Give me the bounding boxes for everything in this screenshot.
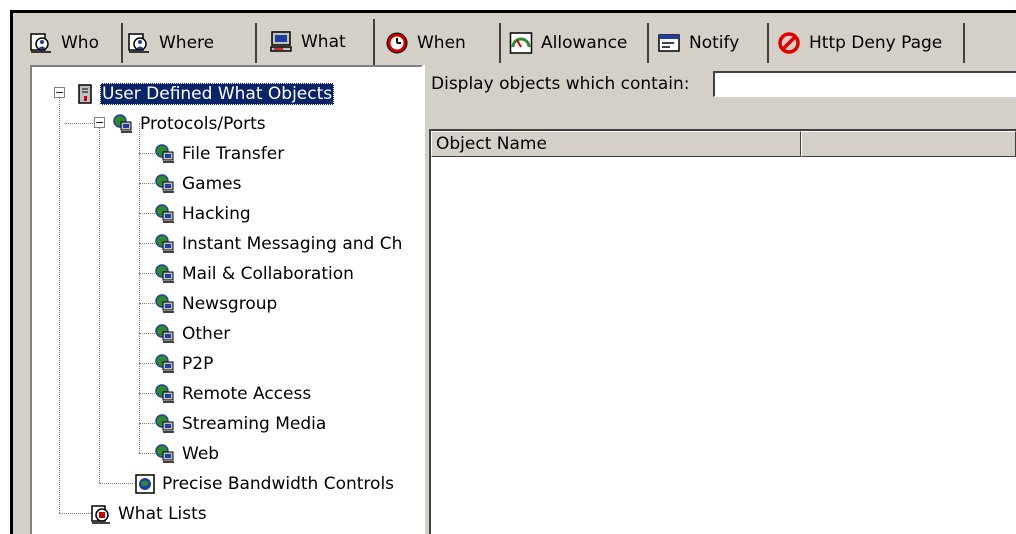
tree-connector (139, 243, 155, 244)
tab-label: Http Deny Page (809, 33, 943, 53)
tree-node-precise-bandwidth-controls[interactable]: Precise Bandwidth Controls (134, 471, 396, 497)
network-computer-icon (155, 234, 174, 253)
tab-label: Where (159, 33, 215, 53)
protocols-collapse-toggle[interactable]: − (94, 117, 105, 128)
tree-node-label: File Transfer (182, 144, 285, 164)
tab-label: When (417, 33, 466, 53)
network-computer-icon (155, 414, 174, 433)
what-objects-window: Who Where What When Allowance Notify Htt… (10, 10, 1016, 534)
tab-label: What (301, 32, 346, 52)
where-group-icon (128, 33, 149, 53)
tree-connector (139, 423, 155, 424)
tree-node-label: Newsgroup (182, 294, 278, 314)
tree-node-label: P2P (182, 354, 214, 374)
tree-connector (139, 153, 155, 154)
tree-connector (59, 513, 91, 514)
network-computer-icon (155, 384, 174, 403)
tree-node-protocol-category[interactable]: Instant Messaging and Ch (154, 231, 404, 257)
tree-connector (139, 393, 155, 394)
what-objects-tree[interactable]: − − User Defined What Objects Protocols/… (30, 65, 423, 534)
tab-where[interactable]: Where (123, 23, 257, 63)
tree-node-protocols-ports[interactable]: Protocols/Ports (112, 111, 268, 137)
network-computer-icon (155, 264, 174, 283)
network-computer-icon (155, 174, 174, 193)
tab-http-deny-page[interactable]: Http Deny Page (769, 23, 965, 63)
tree-connector (139, 183, 155, 184)
tree-node-label: Hacking (182, 204, 251, 224)
tree-node-label: What Lists (118, 504, 207, 524)
server-tower-icon (78, 84, 92, 104)
filter-label: Display objects which contain: (431, 74, 690, 94)
tab-when[interactable]: When (375, 23, 501, 63)
tree-node-label: Protocols/Ports (140, 114, 266, 134)
tree-connector (139, 453, 155, 454)
tree-node-label: Streaming Media (182, 414, 327, 434)
tab-label: Notify (689, 33, 740, 53)
column-header-blank[interactable] (801, 131, 1016, 157)
objects-panel: Display objects which contain: Object Na… (423, 65, 1016, 534)
tree-node-label: Other (182, 324, 231, 344)
tree-connector (139, 303, 155, 304)
objects-list-view[interactable]: Object Name (429, 129, 1016, 534)
gauge-icon (509, 32, 533, 54)
tree-node-protocol-category[interactable]: Mail & Collaboration (154, 261, 356, 287)
tree-node-label: Precise Bandwidth Controls (162, 474, 395, 494)
tree-node-label: Instant Messaging and Ch (182, 234, 403, 254)
network-computer-icon (155, 324, 174, 343)
tree-node-label: Mail & Collaboration (182, 264, 354, 284)
who-group-icon (30, 33, 51, 53)
tree-node-protocol-category[interactable]: Web (154, 441, 221, 467)
tree-connector (99, 123, 100, 483)
tab-notify[interactable]: Notify (649, 23, 769, 63)
tree-node-protocol-category[interactable]: Games (154, 171, 243, 197)
message-window-icon (658, 34, 680, 52)
tree-connector (139, 213, 155, 214)
network-computer-icon (155, 354, 174, 373)
network-computer-icon (155, 294, 174, 313)
tab-label: Who (61, 33, 99, 53)
tree-connector (139, 273, 155, 274)
tree-connector (139, 363, 155, 364)
tree-node-protocol-category[interactable]: Streaming Media (154, 411, 328, 437)
tree-node-protocol-category[interactable]: File Transfer (154, 141, 286, 167)
no-entry-icon (778, 32, 800, 54)
tab-what[interactable]: What (257, 19, 375, 65)
list-header: Object Name (431, 131, 1016, 157)
tree-connector (99, 483, 133, 484)
tree-connector (59, 93, 60, 513)
clock-icon (386, 32, 408, 54)
tree-node-protocol-category[interactable]: Remote Access (154, 381, 313, 407)
network-computer-icon (155, 144, 174, 163)
tree-node-protocol-category[interactable]: Newsgroup (154, 291, 279, 317)
tree-node-label: User Defined What Objects (100, 83, 335, 105)
tab-label: Allowance (541, 33, 628, 53)
network-computer-icon (155, 204, 174, 223)
tree-connector (139, 123, 140, 453)
tree-node-label: Games (182, 174, 242, 194)
tree-node-label: Remote Access (182, 384, 312, 404)
tree-connector (139, 333, 155, 334)
column-header-object-name[interactable]: Object Name (431, 131, 801, 157)
computer-monitor-icon (270, 31, 292, 52)
tree-connector (65, 123, 95, 124)
tab-allowance[interactable]: Allowance (501, 23, 649, 63)
network-computer-icon (155, 444, 174, 463)
tree-node-what-lists[interactable]: What Lists (90, 501, 209, 527)
tree-node-user-defined-what-objects[interactable]: User Defined What Objects (74, 81, 335, 107)
root-collapse-toggle[interactable]: − (54, 87, 65, 98)
tree-node-protocol-category[interactable]: Hacking (154, 201, 253, 227)
network-computer-icon (113, 114, 132, 133)
globe-window-icon (135, 474, 155, 494)
tab-strip: Who Where What When Allowance Notify Htt… (13, 13, 1016, 65)
tree-node-protocol-category[interactable]: Other (154, 321, 232, 347)
list-folder-icon (91, 505, 110, 524)
tab-who[interactable]: Who (25, 23, 123, 63)
tree-node-protocol-category[interactable]: P2P (154, 351, 215, 377)
tree-node-label: Web (182, 444, 220, 464)
filter-input[interactable] (713, 71, 1016, 97)
